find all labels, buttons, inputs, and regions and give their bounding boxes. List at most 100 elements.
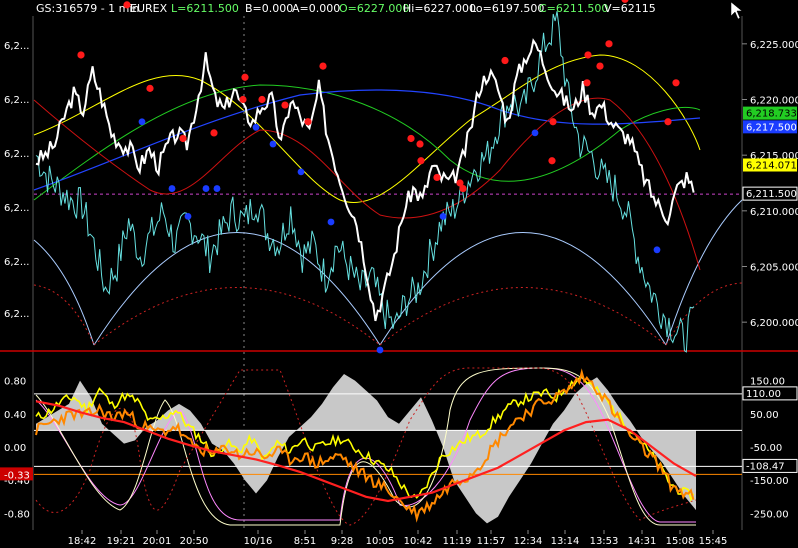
red-dot [239, 95, 247, 104]
oscillator-panel [34, 367, 742, 526]
blue-dot [297, 168, 305, 176]
time-axis-label: 13:14 [551, 536, 580, 547]
blue-dot [376, 346, 384, 354]
red-dot [179, 134, 187, 143]
header-ask: A=0.000 [292, 2, 340, 15]
osc-right-axis-label: 150.00 [750, 377, 785, 388]
osc-left-marker-label: -0.33 [4, 470, 30, 481]
osc-right-axis-label: -50.00 [750, 443, 782, 454]
left-price-axis-label: 6,2... [4, 257, 29, 268]
time-axis-label: 10/16 [244, 536, 273, 547]
header-bid: B=0.000 [245, 2, 293, 15]
header-low: Lo=6197.500 [470, 2, 544, 15]
header-last: L=6211.500 [171, 2, 239, 15]
osc-left-axis-label: -0.80 [4, 509, 30, 520]
blue-dot [269, 140, 277, 148]
osc-right-axis-label: -150.00 [750, 476, 789, 487]
osc-right-axis-label: 50.00 [750, 410, 779, 421]
mouse-pointer-icon [730, 1, 743, 20]
red-dot [77, 51, 85, 59]
price-marker-label: 6,214.071 [746, 161, 797, 172]
blue-dot [439, 213, 447, 220]
left-price-axis-label: 6,2... [4, 203, 29, 214]
red-dot [407, 134, 415, 143]
red-dot [281, 101, 289, 109]
red-dot [664, 118, 672, 126]
price-axis-label: 6,205.000 [750, 263, 798, 274]
left-price-axis-label: 6,2... [4, 95, 29, 106]
osc-marker-label: 110.00 [746, 389, 781, 400]
price-panel [33, 0, 743, 530]
osc-left-axis-label: 0.80 [4, 377, 26, 388]
time-axis-label: 8:51 [294, 536, 316, 547]
osc-left-axis-label: 0.00 [4, 443, 26, 454]
red-dot [241, 73, 249, 81]
osc-left-axis-label: 0.40 [4, 410, 26, 421]
red-dot [433, 173, 441, 182]
blue-dot [213, 185, 221, 192]
green-curve [33, 84, 701, 201]
time-axis-label: 11:19 [443, 536, 472, 547]
red-dot [417, 157, 425, 165]
price-marker-label: 6,211.500 [746, 189, 797, 200]
cycle-arc-dotted [379, 287, 667, 346]
blue-dot [653, 246, 661, 254]
red-dot [548, 157, 556, 165]
red-dot [584, 51, 592, 59]
blue-dot [138, 118, 146, 126]
time-axis-label: 14:31 [628, 536, 657, 547]
cycle-arc [93, 232, 381, 346]
price-axis-label: 6,220.000 [750, 96, 798, 107]
price-marker-label: 6,217.500 [746, 122, 797, 133]
blue-dot [202, 185, 210, 192]
red-dot [501, 56, 509, 65]
red-dot [146, 84, 154, 92]
time-axis-label: 11:57 [477, 536, 506, 547]
blue-dot [327, 218, 335, 226]
header-exchange: EUREX [130, 2, 168, 15]
chart-stage: GS:316579 - 1 min EUREX L=6211.500 B=0.0… [0, 0, 798, 547]
red-dot [583, 79, 591, 87]
red-dot [319, 62, 327, 70]
left-price-axis-label: 6,2... [4, 41, 29, 52]
blue-dot [531, 129, 539, 137]
header-volume: V=62115 [604, 2, 656, 15]
price-axis-label: 6,200.000 [750, 318, 798, 329]
time-axis-label: 13:53 [590, 536, 619, 547]
price-marker-label: 6,218.733 [746, 109, 797, 120]
red-dot [304, 118, 312, 126]
header-open: O=6227.000 [339, 2, 409, 15]
grey-histogram [36, 373, 696, 524]
cyan-series-line [35, 11, 695, 353]
red-dot [605, 40, 613, 48]
time-axis-label: 12:34 [514, 536, 543, 547]
time-axis-label: 10:42 [404, 536, 433, 547]
time-axis-label: 9:28 [331, 536, 353, 547]
blue-dot [252, 123, 260, 131]
red-dot [123, 1, 131, 9]
red-dot [258, 95, 266, 104]
header-close: C=6211.500 [539, 2, 608, 15]
left-price-axis-label: 6,2... [4, 309, 29, 320]
osc-right-axis-label: -250.00 [750, 509, 789, 520]
left-price-axis-label: 6,2... [4, 149, 29, 160]
red-dot [549, 118, 557, 126]
blue-dot [184, 213, 192, 220]
red-dot [210, 129, 218, 137]
header-high: Hi=6227.000 [403, 2, 476, 15]
osc-marker-label: -108.47 [746, 461, 785, 472]
cycle-arc [33, 239, 95, 346]
cycle-arc [665, 199, 743, 346]
time-axis-label: 19:21 [107, 536, 136, 547]
time-axis-label: 18:42 [68, 536, 97, 547]
red-dot [596, 62, 604, 70]
red-dot [672, 79, 680, 87]
cycle-arc-dotted [93, 287, 381, 346]
price-axis-label: 6,225.000 [750, 40, 798, 51]
red-dot [456, 179, 464, 187]
blue-dot [168, 185, 176, 192]
time-axis-label: 20:01 [143, 536, 172, 547]
time-axis-label: 20:50 [180, 536, 209, 547]
time-axis-label: 15:45 [699, 536, 728, 547]
yellow-curve [33, 54, 701, 203]
